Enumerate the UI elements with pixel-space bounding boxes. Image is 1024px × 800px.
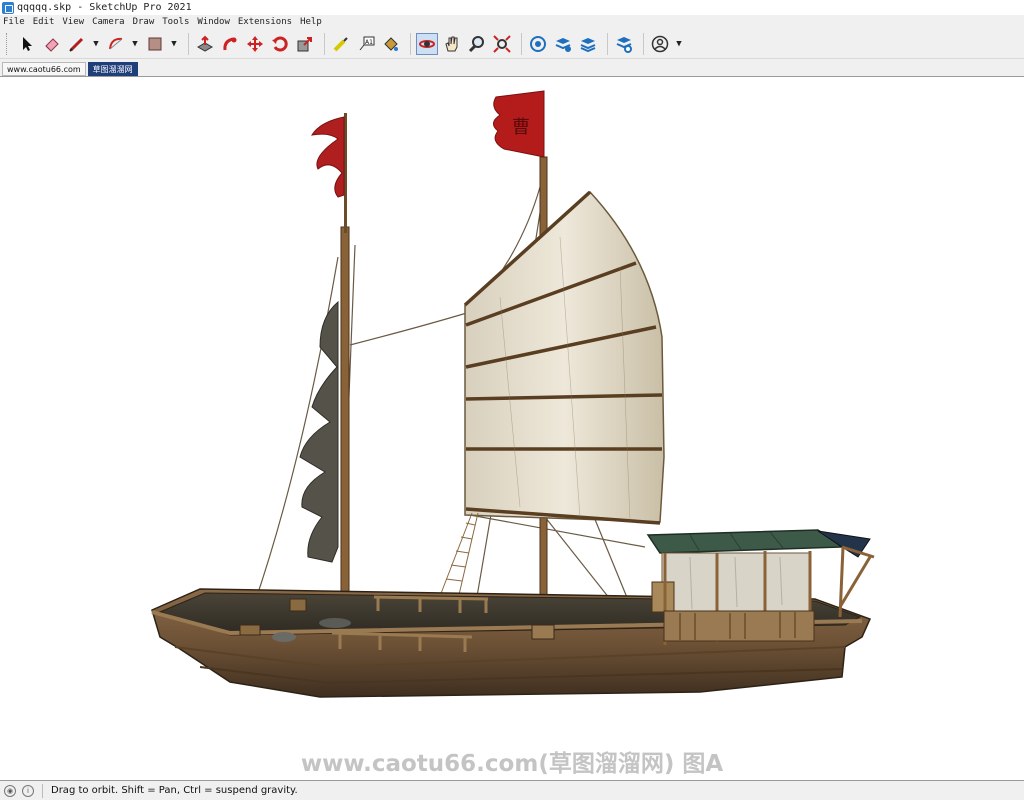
3d-warehouse-icon xyxy=(530,35,546,52)
menu-window[interactable]: Window xyxy=(197,17,230,27)
rear-streamer-flag xyxy=(310,116,345,198)
extension-manager-button[interactable] xyxy=(613,33,635,55)
move-icon xyxy=(247,35,263,52)
zoom-extents-icon xyxy=(493,34,511,53)
status-bar: ◉ i Drag to orbit. Shift = Pan, Ctrl = s… xyxy=(0,781,1024,800)
paint-bucket-tool-button[interactable] xyxy=(380,33,402,55)
scene-tab-1[interactable]: www.caotu66.com xyxy=(2,62,86,76)
select-icon xyxy=(23,36,32,51)
follow-me-tool-button[interactable] xyxy=(219,33,241,55)
mast-base xyxy=(531,624,555,640)
deck-bollard xyxy=(239,624,261,636)
toolbar-separator xyxy=(410,32,411,55)
select-tool-button[interactable] xyxy=(16,33,38,55)
rear-mast xyxy=(340,226,350,628)
menu-edit[interactable]: Edit xyxy=(33,17,55,27)
toolbar-separator xyxy=(324,32,325,55)
geo-location-icon[interactable]: ◉ xyxy=(4,784,16,797)
push-pull-icon xyxy=(196,35,214,52)
layout-icon xyxy=(580,37,596,52)
arc-tool-button[interactable] xyxy=(105,33,127,55)
deck-cargo xyxy=(319,618,351,628)
rectangle-tool-button[interactable] xyxy=(144,33,166,55)
tape-measure-tool-button[interactable] xyxy=(330,33,352,55)
sketchup-app-icon[interactable] xyxy=(2,1,14,14)
cabin-roof xyxy=(646,529,845,554)
arc-dropdown-chevron-down-icon[interactable]: ▼ xyxy=(130,33,140,55)
scene-tab-2[interactable]: 草图溜溜网 xyxy=(87,62,138,76)
toolbar-grip[interactable] xyxy=(6,32,8,55)
deck-bollard xyxy=(289,598,307,612)
rotate-tool-button[interactable] xyxy=(269,33,291,55)
rotate-icon xyxy=(272,36,288,51)
follow-me-icon xyxy=(223,37,237,50)
text-icon: A1 xyxy=(359,36,375,50)
scene-tabs: www.caotu66.com 草图溜溜网 xyxy=(0,59,1024,76)
zoom-icon xyxy=(468,35,484,52)
credits-info-icon[interactable]: i xyxy=(22,784,34,797)
menu-file[interactable]: File xyxy=(3,17,25,27)
text-tool-button[interactable]: A1 xyxy=(355,33,377,55)
3d-warehouse-button[interactable] xyxy=(527,33,549,55)
extension-warehouse-button[interactable] xyxy=(552,33,574,55)
eraser-icon xyxy=(45,37,59,52)
account-dropdown-chevron-down-icon[interactable]: ▼ xyxy=(674,33,684,55)
toolbar-separator xyxy=(607,32,608,55)
pan-icon xyxy=(445,36,458,51)
menu-draw[interactable]: Draw xyxy=(133,17,155,27)
menu-tools[interactable]: Tools xyxy=(162,17,189,27)
toolbar-separator xyxy=(643,32,644,55)
rectangle-dropdown-chevron-down-icon[interactable]: ▼ xyxy=(169,33,179,55)
rectangle-icon xyxy=(148,37,162,50)
scale-tool-button[interactable] xyxy=(294,33,316,55)
toolbar-separator xyxy=(188,32,189,55)
status-message: Drag to orbit. Shift = Pan, Ctrl = suspe… xyxy=(51,785,298,796)
tape-measure-icon xyxy=(333,36,348,51)
move-tool-button[interactable] xyxy=(244,33,266,55)
layout-button[interactable] xyxy=(577,33,599,55)
account-icon xyxy=(651,35,669,52)
drawing-viewport[interactable]: 曹 www.caotu66.com(草图溜溜网) 图A xyxy=(0,76,1024,781)
menu-bar: File Edit View Camera Draw Tools Window … xyxy=(0,15,1024,29)
rear-tattered-sail xyxy=(299,300,339,563)
cabin-railing xyxy=(663,610,815,642)
extension-warehouse-icon xyxy=(555,37,571,52)
paint-bucket-icon xyxy=(384,36,398,51)
title-bar: qqqqq.skp - SketchUp Pro 2021 xyxy=(0,0,1024,15)
menu-view[interactable]: View xyxy=(62,17,84,27)
junk-boat-model[interactable]: 曹 xyxy=(0,77,1024,782)
line-tool-button[interactable] xyxy=(66,33,88,55)
watermark-text: www.caotu66.com(草图溜溜网) 图A xyxy=(300,751,724,777)
line-dropdown-chevron-down-icon[interactable]: ▼ xyxy=(91,33,101,55)
status-divider xyxy=(42,783,43,798)
toolbar-separator xyxy=(521,32,522,55)
main-batten-sail xyxy=(464,190,665,523)
zoom-extents-tool-button[interactable] xyxy=(491,33,513,55)
main-toolbar: ▼ ▼ ▼ A1 ▼ xyxy=(0,29,1024,59)
menu-extensions[interactable]: Extensions xyxy=(238,17,292,27)
orbit-tool-button[interactable] xyxy=(416,32,438,55)
zoom-tool-button[interactable] xyxy=(466,33,488,55)
eraser-tool-button[interactable] xyxy=(41,33,63,55)
scale-icon xyxy=(297,36,312,51)
menu-camera[interactable]: Camera xyxy=(92,17,125,27)
arc-icon xyxy=(109,37,123,49)
pan-tool-button[interactable] xyxy=(441,33,463,55)
line-icon xyxy=(69,37,84,52)
account-button[interactable] xyxy=(649,33,671,55)
deck-cargo xyxy=(272,632,296,642)
cabin-crate xyxy=(651,581,675,613)
flag-glyph: 曹 xyxy=(512,117,530,138)
push-pull-tool-button[interactable] xyxy=(194,33,216,55)
menu-help[interactable]: Help xyxy=(300,17,322,27)
extension-manager-icon xyxy=(616,36,632,53)
svg-text:A1: A1 xyxy=(365,39,373,46)
window-title: qqqqq.skp - SketchUp Pro 2021 xyxy=(17,2,192,13)
orbit-icon xyxy=(419,39,435,48)
